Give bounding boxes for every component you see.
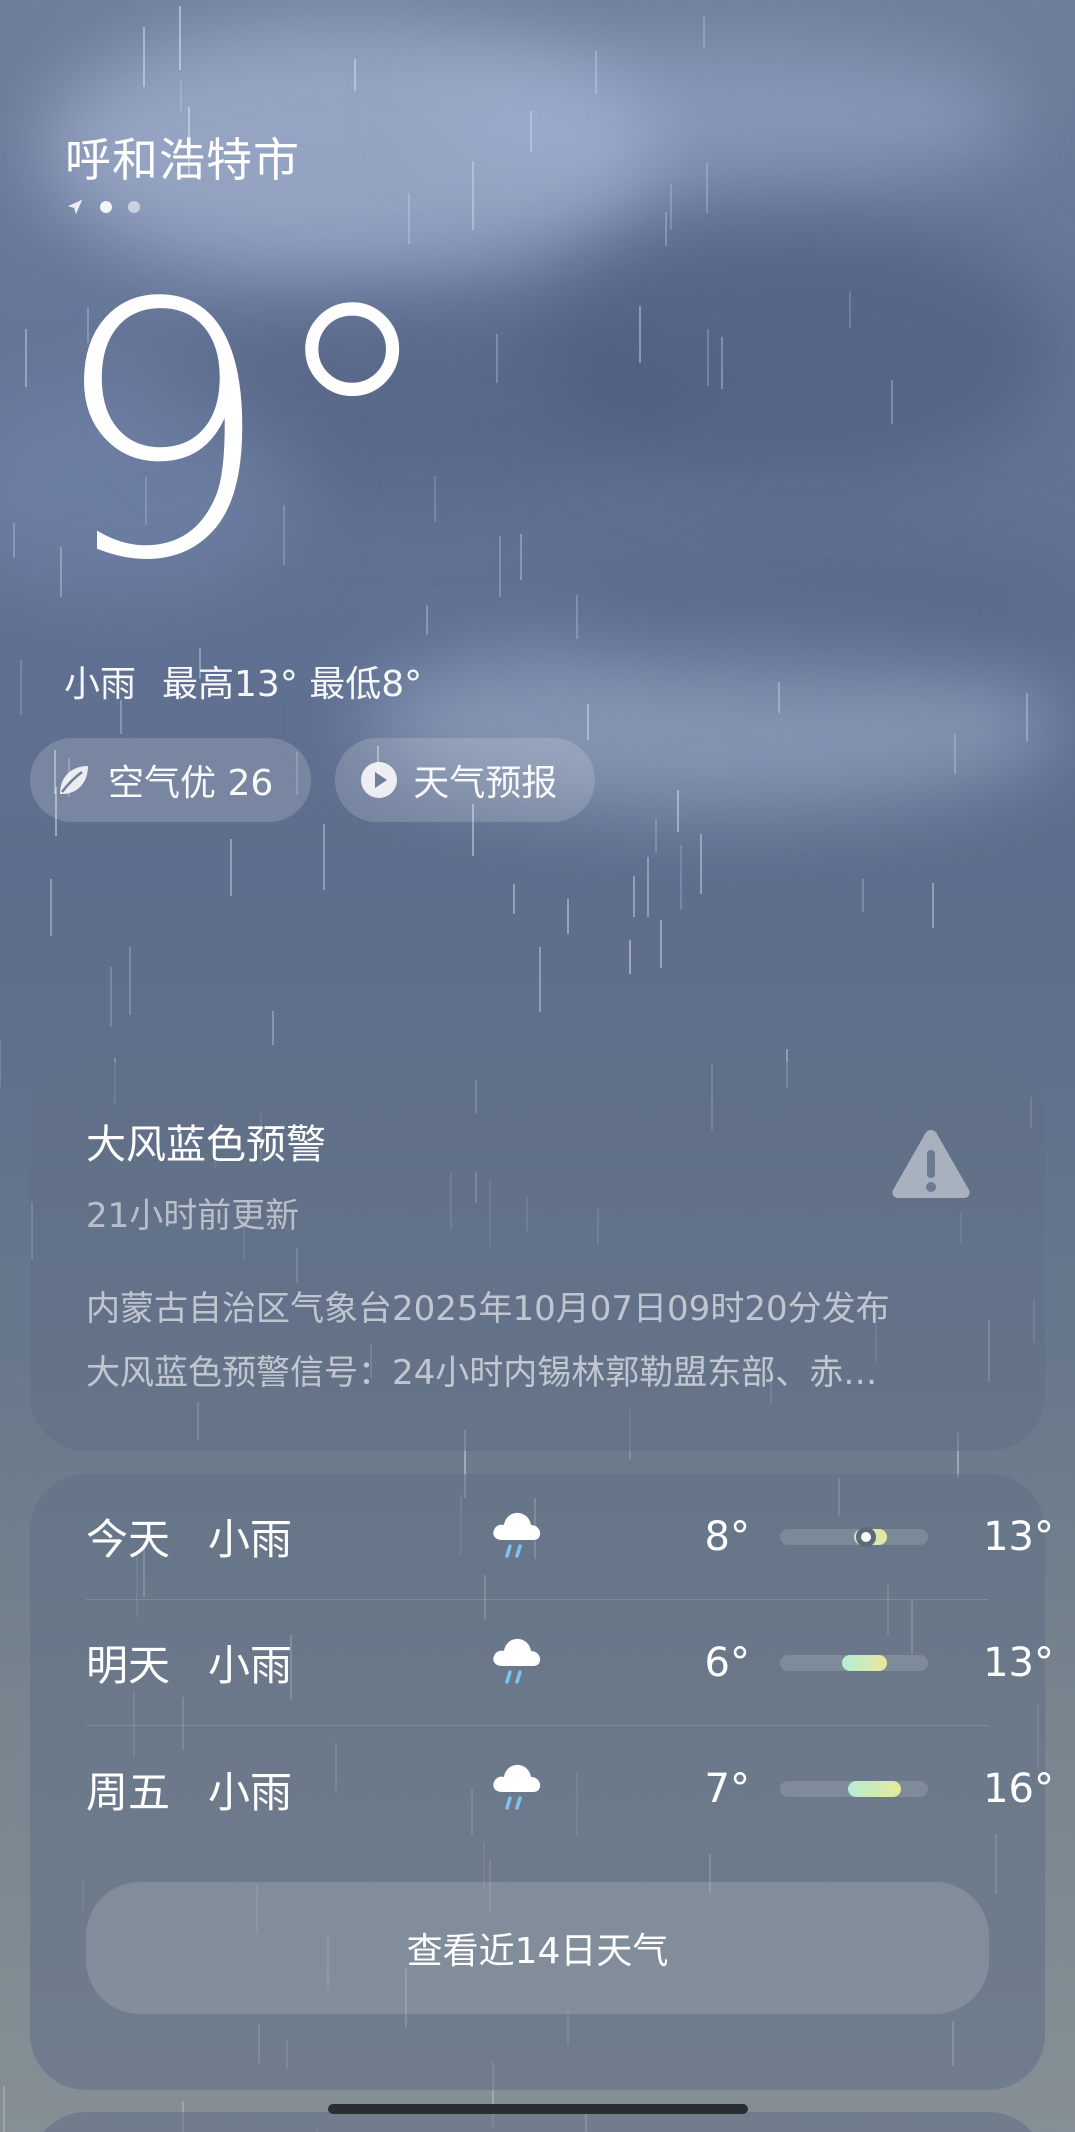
temperature-range-bar xyxy=(780,1527,928,1547)
temperature-range-fill xyxy=(842,1655,887,1671)
forecast-high: 16° xyxy=(983,1766,1054,1812)
alert-title: 大风蓝色预警 xyxy=(86,1122,326,1168)
alert-body-line: 大风蓝色预警信号：24小时内锡林郭勒盟东部、赤… xyxy=(86,1353,878,1393)
play-circle-icon xyxy=(361,762,398,798)
forecast-high: 13° xyxy=(983,1513,1054,1560)
today-high: 最高13° xyxy=(162,664,298,705)
condition-summary: 小雨 最高13° 最低8° xyxy=(64,655,422,707)
weather-alert-card[interactable]: 大风蓝色预警 21小时前更新 内蒙古自治区气象台2025年10月07日09时20… xyxy=(30,1062,1045,1451)
cloud-rain-icon xyxy=(488,1630,544,1694)
forecast-day: 周五 xyxy=(86,1767,171,1817)
current-temp-marker xyxy=(855,1527,876,1547)
city-name[interactable]: 呼和浩特市 xyxy=(65,124,300,190)
leaf-icon xyxy=(60,766,88,794)
forecast-condition: 小雨 xyxy=(208,1641,293,1690)
forecast-low: 6° xyxy=(704,1639,750,1686)
current-condition: 小雨 xyxy=(64,664,137,705)
forecast-low: 8° xyxy=(704,1513,750,1560)
cloud-rain-icon xyxy=(488,1756,544,1820)
location-arrow-icon xyxy=(67,199,83,215)
home-indicator[interactable] xyxy=(328,2104,748,2114)
temperature-range-bar xyxy=(780,1781,928,1797)
forecast-day: 明天 xyxy=(86,1641,171,1690)
forecast-low: 7° xyxy=(704,1766,750,1812)
forecast-row[interactable]: 周五 小雨 7° 16° xyxy=(86,1726,1054,1852)
forecast-row[interactable]: 明天 小雨 6° 13° xyxy=(86,1600,1054,1726)
forecast-condition: 小雨 xyxy=(208,1515,293,1564)
forecast-list: 今天 小雨 8° 13° 明天 小雨 6° 13° 周五 小雨 7° 16° xyxy=(86,1474,1054,1852)
three-day-forecast-card: 今天 小雨 8° 13° 明天 小雨 6° 13° 周五 小雨 7° 16° 查… xyxy=(30,1474,1054,2090)
air-quality-label: 空气优 26 xyxy=(108,763,274,804)
forecast-row[interactable]: 今天 小雨 8° 13° xyxy=(86,1474,1054,1600)
forecast-condition: 小雨 xyxy=(208,1767,293,1817)
alert-body-line: 内蒙古自治区气象台2025年10月07日09时20分发布 xyxy=(86,1289,890,1329)
view-14-day-button[interactable]: 查看近14日天气 xyxy=(86,1882,989,2014)
temperature-range-fill xyxy=(848,1781,902,1797)
forecast-high: 13° xyxy=(983,1639,1054,1686)
next-card-peek xyxy=(30,2112,1045,2132)
current-temperature: 9° xyxy=(50,229,440,637)
today-range: 最高13° 最低8° xyxy=(162,655,422,707)
page-dot xyxy=(128,201,140,213)
air-quality-pill[interactable]: 空气优 26 xyxy=(30,738,312,822)
alert-body: 内蒙古自治区气象台2025年10月07日09时20分发布 大风蓝色预警信号：24… xyxy=(86,1277,989,1405)
page-dot-active xyxy=(100,201,112,213)
weather-forecast-label: 天气预报 xyxy=(413,763,558,804)
cloud-rain-icon xyxy=(488,1504,544,1568)
weather-forecast-pill[interactable]: 天气预报 xyxy=(335,738,596,822)
warning-triangle-icon xyxy=(892,1130,970,1198)
today-low: 最低8° xyxy=(309,664,423,705)
forecast-day: 今天 xyxy=(86,1515,171,1564)
temperature-range-bar xyxy=(780,1655,928,1671)
alert-updated-time: 21小时前更新 xyxy=(86,1196,300,1236)
quick-pills: 空气优 26 天气预报 xyxy=(30,738,596,822)
page-indicator xyxy=(66,198,140,216)
